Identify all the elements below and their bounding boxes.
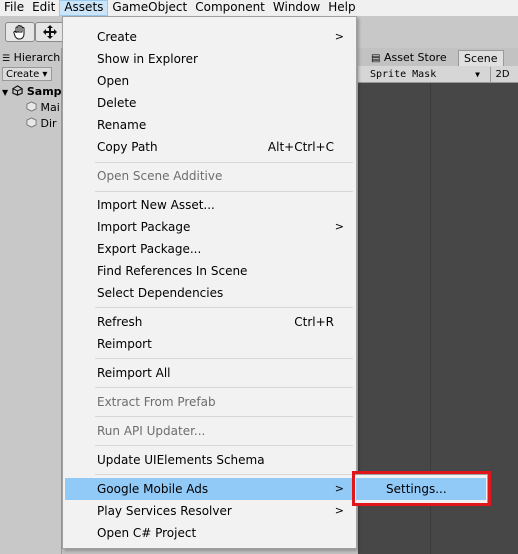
menu-item-copy-path[interactable]: Copy Path Alt+Ctrl+C [65,136,354,158]
menu-item-update-uielements-schema[interactable]: Update UIElements Schema [65,449,354,471]
menu-item-label: Google Mobile Ads [97,482,209,496]
menu-item-export-package[interactable]: Export Package... [65,238,354,260]
submenu-arrow-icon: > [334,482,344,495]
menu-item-find-references[interactable]: Find References In Scene [65,260,354,282]
scene-row[interactable]: ▼ Samp [2,84,62,100]
menu-separator [95,358,353,359]
menu-item-reimport[interactable]: Reimport [65,333,354,355]
submenu-arrow-icon: > [334,220,344,233]
menu-edit[interactable]: Edit [28,0,59,16]
assets-menu: Create > Show in Explorer Open Delete Re… [62,16,357,549]
menu-item-show-in-explorer[interactable]: Show in Explorer [65,48,354,70]
submenu-arrow-icon: > [334,504,344,517]
scene-toolbar: Sprite Mask ▼ 2D [358,66,518,83]
gameobject-cube-icon [26,101,37,112]
menu-separator [95,191,353,192]
menu-item-label: Import Package [97,220,191,234]
menu-separator [95,474,353,475]
menu-item-rename[interactable]: Rename [65,114,354,136]
tab-asset-store-label: Asset Store [383,51,447,64]
menu-item-label: Play Services Resolver [97,504,232,518]
menu-file[interactable]: File [0,0,28,16]
menu-item-label: Create [97,30,137,44]
menu-item-shortcut: Alt+Ctrl+C [267,140,334,154]
menu-item-label: Refresh [97,315,143,329]
menu-component[interactable]: Component [191,0,269,16]
menu-item-import-new-asset[interactable]: Import New Asset... [65,194,354,216]
2d-toggle-button[interactable]: 2D [490,67,514,82]
menu-item-create[interactable]: Create > [65,26,354,48]
sprite-mask-dropdown[interactable]: Sprite Mask ▼ [362,67,482,82]
menu-item-shortcut: Ctrl+R [294,315,334,329]
menu-separator [95,162,353,163]
menu-separator [95,445,353,446]
menu-item-open-scene-additive: Open Scene Additive [97,169,223,183]
dropdown-arrow-icon: ▼ [475,70,480,79]
expand-arrow-icon: ▼ [2,88,9,97]
menu-assets[interactable]: Assets [59,0,109,16]
hierarchy-tab[interactable]: ☰ Hierarch [0,50,62,66]
menu-item-open-csharp-project[interactable]: Open C# Project [65,522,354,544]
hierarchy-item-label: Dir [40,117,57,130]
hand-tool-icon [13,25,25,40]
hierarchy-item-label: Mai [40,101,60,114]
menu-item-extract-from-prefab: Extract From Prefab [97,395,216,409]
menu-separator [95,416,353,417]
menu-separator [95,387,353,388]
hierarchy-create-button[interactable]: Create ▾ [2,67,52,81]
menu-item-reimport-all[interactable]: Reimport All [65,362,354,384]
move-tool-button[interactable] [35,22,65,42]
sprite-mask-label: Sprite Mask [370,69,437,80]
gameobject-cube-icon [26,117,37,128]
hand-tool-button[interactable] [5,22,35,42]
menu-gameobject[interactable]: GameObject [108,0,191,16]
menu-item-import-package[interactable]: Import Package > [65,216,354,238]
tab-scene[interactable]: Scene [458,50,504,66]
menu-item-refresh[interactable]: Refresh Ctrl+R [65,311,354,333]
highlight-callout-box [352,471,491,506]
hierarchy-tab-label: Hierarch [13,51,61,64]
menu-separator [95,307,353,308]
menu-item-label: Copy Path [97,140,158,154]
menu-item-google-mobile-ads[interactable]: Google Mobile Ads > [65,478,354,500]
hierarchy-panel: ☰ Hierarch Create ▾ ▼ Samp Mai Dir [0,48,62,554]
store-icon: ▤ [371,53,381,64]
menu-item-delete[interactable]: Delete [65,92,354,114]
menu-help[interactable]: Help [324,0,359,16]
scene-tab-strip: ▤ Asset Store Scene [358,48,518,66]
unity-scene-icon [12,85,23,96]
scene-name: Samp [26,85,62,98]
hierarchy-item[interactable]: Dir [26,116,57,132]
list-icon: ☰ [2,54,11,64]
menu-item-open[interactable]: Open [65,70,354,92]
menu-item-select-dependencies[interactable]: Select Dependencies [65,282,354,304]
move-tool-icon [43,25,57,39]
tab-asset-store[interactable]: ▤ Asset Store [366,50,452,66]
submenu-arrow-icon: > [334,30,344,43]
menu-bar: File Edit Assets GameObject Component Wi… [0,0,518,16]
menu-item-run-api-updater: Run API Updater... [97,424,206,438]
menu-item-play-services-resolver[interactable]: Play Services Resolver > [65,500,354,522]
menu-window[interactable]: Window [269,0,324,16]
hierarchy-item[interactable]: Mai [26,100,60,116]
